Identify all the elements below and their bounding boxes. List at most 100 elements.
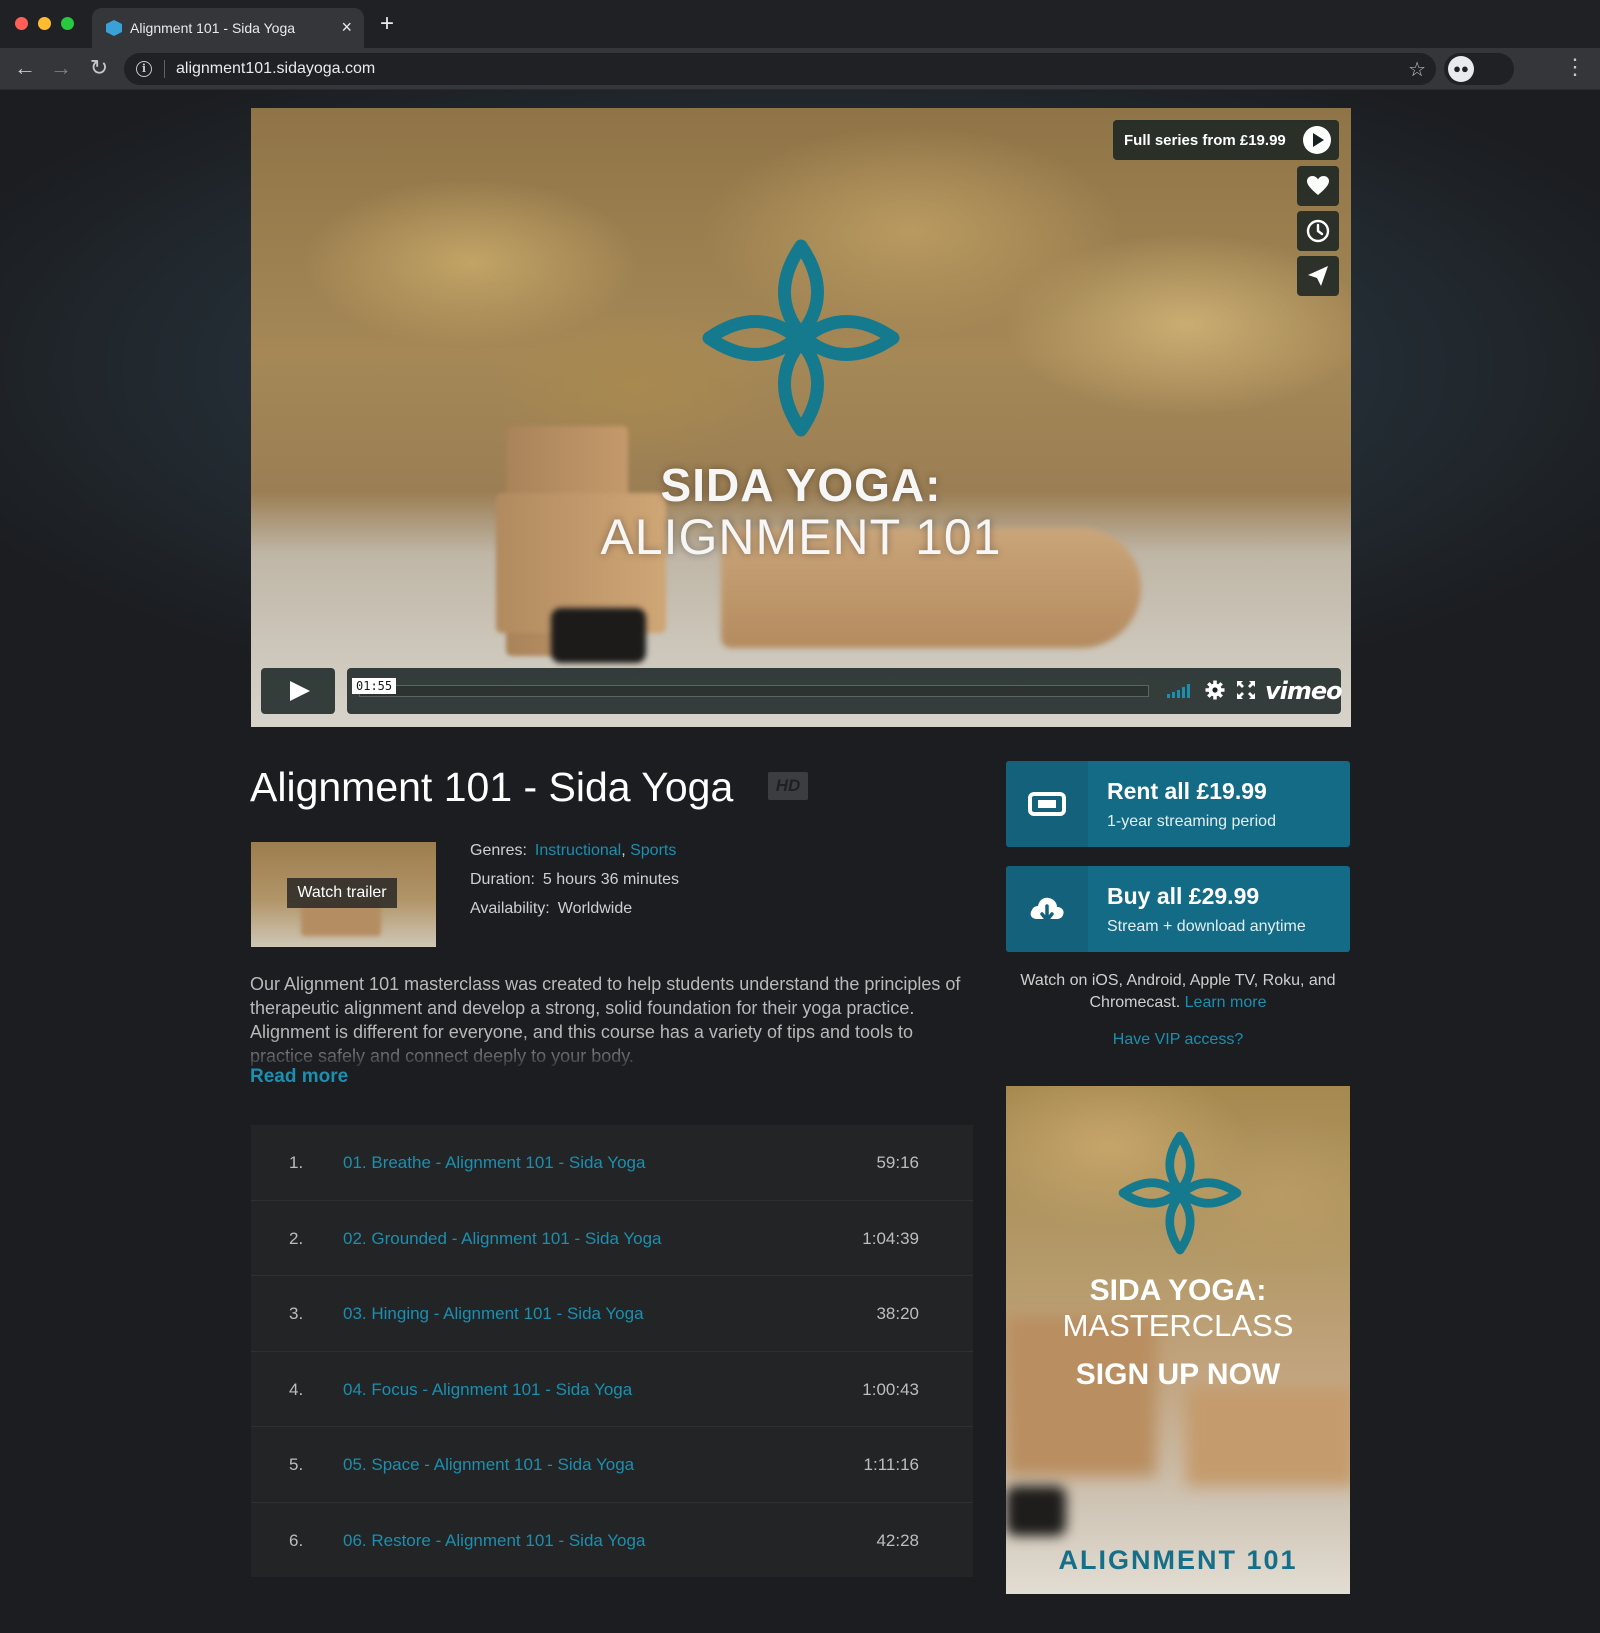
vimeo-favicon-icon	[106, 20, 122, 36]
back-arrow-icon[interactable]: ←	[12, 56, 38, 80]
duration-label: Duration:	[470, 871, 535, 888]
rent-subtext: 1-year streaming period	[1107, 813, 1276, 830]
episode-title-link[interactable]: 01. Breathe - Alignment 101 - Sida Yoga	[343, 1153, 645, 1173]
duration-value: 5 hours 36 minutes	[542, 871, 679, 888]
dark-prop-image	[1006, 1486, 1066, 1536]
reload-icon[interactable]: ↻	[86, 56, 112, 80]
browser-tabstrip: Alignment 101 - Sida Yoga × +	[0, 0, 1600, 48]
heart-icon	[1307, 176, 1329, 195]
share-icon	[1308, 266, 1328, 286]
episode-duration: 1:11:16	[863, 1455, 919, 1474]
full-series-button[interactable]: Full series from £19.99	[1113, 120, 1339, 160]
watch-later-button[interactable]	[1297, 211, 1339, 251]
window-minimize-button[interactable]	[38, 17, 51, 30]
episode-number: 3.	[289, 1304, 304, 1323]
play-circle-icon	[1303, 126, 1331, 154]
genres-row: Genres: Instructional, Sports	[470, 842, 676, 860]
clock-icon	[1306, 219, 1330, 243]
url-text[interactable]: alignment101.sidayoga.com	[176, 60, 375, 78]
list-item[interactable]: 1. 01. Breathe - Alignment 101 - Sida Yo…	[251, 1125, 973, 1201]
browser-tab[interactable]: Alignment 101 - Sida Yoga ×	[92, 8, 364, 48]
control-bar: 01:55 vimeo	[347, 668, 1343, 714]
sida-lotus-logo-icon	[1118, 1131, 1242, 1255]
episode-title-link[interactable]: 05. Space - Alignment 101 - Sida Yoga	[343, 1455, 634, 1475]
episode-title-link[interactable]: 02. Grounded - Alignment 101 - Sida Yoga	[343, 1229, 662, 1249]
player-title-line2: ALIGNMENT 101	[600, 509, 1002, 565]
episode-list: 1. 01. Breathe - Alignment 101 - Sida Yo…	[251, 1125, 973, 1577]
fullscreen-icon[interactable]	[1237, 681, 1255, 699]
genre-link[interactable]: Sports	[630, 842, 676, 859]
buy-label: Buy all £29.99	[1107, 883, 1260, 909]
trailer-thumbnail[interactable]: Watch trailer	[251, 842, 436, 947]
incognito-icon: ●●	[1448, 56, 1474, 82]
buy-button[interactable]: Buy all £29.99 Stream + download anytime	[1006, 866, 1350, 952]
window-close-button[interactable]	[15, 17, 28, 30]
episode-title-link[interactable]: 04. Focus - Alignment 101 - Sida Yoga	[343, 1380, 632, 1400]
episode-title-link[interactable]: 06. Restore - Alignment 101 - Sida Yoga	[343, 1531, 645, 1551]
episode-title-link[interactable]: 03. Hinging - Alignment 101 - Sida Yoga	[343, 1304, 644, 1324]
new-tab-icon[interactable]: +	[380, 12, 394, 36]
play-icon[interactable]	[261, 668, 335, 714]
episode-duration: 59:16	[876, 1153, 919, 1172]
promo-banner[interactable]: SIDA YOGA: MASTERCLASS SIGN UP NOW ALIGN…	[1006, 1086, 1350, 1594]
bookmark-star-icon[interactable]: ☆	[1408, 57, 1426, 82]
vimeo-logo[interactable]: vimeo	[1265, 677, 1343, 705]
like-button[interactable]	[1297, 166, 1339, 206]
genre-link[interactable]: Instructional	[535, 842, 621, 859]
browser-toolbar: ← → ↻ i alignment101.sidayoga.com ☆ ●● ⋮	[0, 48, 1600, 90]
episode-duration: 38:20	[876, 1304, 919, 1323]
episode-duration: 1:04:39	[862, 1228, 919, 1248]
list-item[interactable]: 2. 02. Grounded - Alignment 101 - Sida Y…	[251, 1201, 973, 1276]
gear-icon[interactable]	[1205, 680, 1225, 700]
dark-prop-image	[551, 608, 646, 663]
genres-label: Genres:	[470, 842, 527, 859]
full-series-label: Full series from £19.99	[1124, 132, 1286, 149]
episode-number: 5.	[289, 1455, 304, 1474]
availability-value: Worldwide	[557, 900, 633, 917]
platforms-note: Watch on iOS, Android, Apple TV, Roku, a…	[1006, 970, 1350, 1014]
progress-bar[interactable]: 01:55	[352, 678, 1149, 697]
forward-arrow-icon[interactable]: →	[48, 56, 74, 80]
kebab-menu-icon[interactable]: ⋮	[1564, 55, 1586, 79]
time-readout: 01:55	[352, 678, 397, 694]
duration-row: Duration: 5 hours 36 minutes	[470, 871, 679, 889]
cloud-download-icon	[1030, 897, 1064, 922]
yoga-mat-roll-image	[1186, 1386, 1350, 1486]
list-item[interactable]: 5. 05. Space - Alignment 101 - Sida Yoga…	[251, 1427, 973, 1503]
learn-more-link[interactable]: Learn more	[1185, 994, 1267, 1011]
vip-access-link[interactable]: Have VIP access?	[1006, 1031, 1350, 1049]
rent-label: Rent all £19.99	[1107, 778, 1267, 804]
genre-separator: ,	[621, 842, 626, 859]
volume-icon[interactable]	[1167, 684, 1195, 698]
episode-duration: 1:00:43	[862, 1379, 919, 1399]
video-player[interactable]: SIDA YOGA: ALIGNMENT 101 Full series fro…	[251, 108, 1351, 727]
promo-line1: SIDA YOGA:	[1089, 1274, 1267, 1307]
address-divider	[164, 60, 165, 78]
ticket-icon	[1028, 792, 1066, 816]
read-more-link[interactable]: Read more	[250, 1066, 348, 1088]
episode-number: 4.	[289, 1379, 304, 1399]
sida-lotus-logo-icon	[702, 239, 900, 437]
promo-signup-text: SIGN UP NOW	[1075, 1358, 1281, 1391]
episode-number: 2.	[289, 1228, 304, 1248]
address-bar[interactable]: i alignment101.sidayoga.com ☆	[124, 53, 1436, 85]
rent-icon-box	[1006, 761, 1088, 847]
share-button[interactable]	[1297, 256, 1339, 296]
list-item[interactable]: 4. 04. Focus - Alignment 101 - Sida Yoga…	[251, 1352, 973, 1427]
profile-button[interactable]: ●●	[1444, 53, 1514, 85]
rent-button[interactable]: Rent all £19.99 1-year streaming period	[1006, 761, 1350, 847]
platforms-text: Watch on iOS, Android, Apple TV, Roku, a…	[1020, 972, 1336, 1011]
tab-close-icon[interactable]: ×	[341, 17, 352, 37]
page-content: SIDA YOGA: ALIGNMENT 101 Full series fro…	[0, 90, 1600, 1633]
episode-duration: 42:28	[876, 1530, 919, 1550]
window-zoom-button[interactable]	[61, 17, 74, 30]
availability-label: Availability:	[470, 900, 550, 917]
site-info-icon[interactable]: i	[136, 61, 152, 77]
tab-title: Alignment 101 - Sida Yoga	[130, 20, 296, 36]
watch-trailer-label[interactable]: Watch trailer	[287, 878, 397, 908]
player-title-line1: SIDA YOGA:	[660, 459, 942, 511]
buy-icon-box	[1006, 866, 1088, 952]
list-item[interactable]: 6. 06. Restore - Alignment 101 - Sida Yo…	[251, 1503, 973, 1579]
episode-number: 1.	[289, 1153, 304, 1172]
list-item[interactable]: 3. 03. Hinging - Alignment 101 - Sida Yo…	[251, 1276, 973, 1352]
